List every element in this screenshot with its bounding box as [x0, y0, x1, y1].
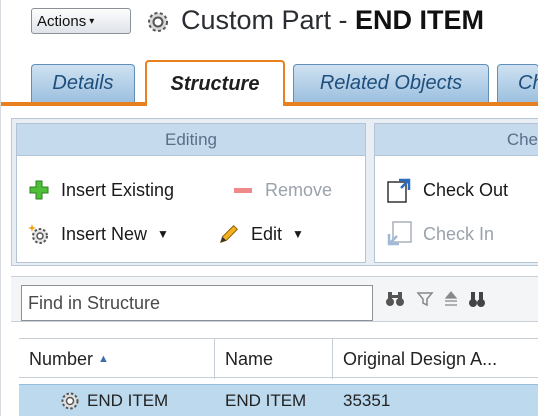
tab-details[interactable]: Details	[31, 64, 135, 102]
check-in-button[interactable]: Check In	[385, 216, 494, 252]
tab-changes-label: Ch	[518, 72, 538, 94]
tab-related-objects-label: Related Objects	[319, 72, 463, 94]
filter-icon[interactable]	[415, 289, 435, 309]
column-header-name[interactable]: Name	[215, 339, 333, 379]
page-header: Actions ▾ Custom Part - END ITEM	[1, 0, 538, 52]
tab-details-label: Details	[52, 72, 114, 94]
tab-structure-label: Structure	[170, 72, 260, 95]
tab-related-objects[interactable]: Related Objects	[293, 64, 489, 102]
check-in-icon	[385, 220, 415, 248]
cell-name: END ITEM	[225, 391, 307, 410]
checkout-group: Che Check Out Check In	[374, 123, 538, 263]
remove-label: Remove	[265, 179, 333, 200]
chevron-down-icon: ▾	[89, 15, 95, 27]
chevron-down-icon: ▼	[292, 227, 304, 241]
check-out-label: Check Out	[423, 179, 509, 200]
add-icon	[27, 178, 51, 202]
insert-new-label: Insert New	[61, 223, 148, 244]
column-number-label: Number	[29, 348, 94, 369]
actions-label: Actions	[37, 12, 87, 30]
table-row[interactable]: END ITEM END ITEM 35351	[19, 384, 538, 416]
find-next-icon[interactable]	[467, 289, 487, 309]
collapse-icon[interactable]	[441, 289, 461, 309]
check-in-label: Check In	[423, 223, 495, 244]
title-prefix: Custom Part -	[181, 5, 356, 35]
gear-icon	[148, 12, 168, 32]
cell-number: END ITEM	[59, 385, 168, 416]
check-out-icon	[385, 176, 415, 204]
cell-number-text: END ITEM	[87, 391, 169, 410]
insert-existing-button[interactable]: Insert Existing	[27, 172, 174, 208]
insert-new-button[interactable]: Insert New ▼	[27, 216, 169, 252]
page-title: Custom Part - END ITEM	[181, 5, 484, 36]
cell-original-design: 35351	[343, 391, 391, 410]
edit-label: Edit	[251, 223, 283, 244]
new-part-icon	[27, 222, 51, 246]
title-item-name: END ITEM	[355, 5, 485, 35]
editing-group: Editing Insert Existing Remove Insert Ne…	[16, 123, 366, 263]
binoculars-icon[interactable]	[385, 289, 405, 309]
chevron-down-icon: ▼	[157, 227, 169, 241]
gear-icon	[61, 392, 79, 410]
edit-button[interactable]: Edit ▼	[217, 216, 304, 252]
remove-button[interactable]: Remove	[231, 172, 332, 208]
tab-bar: Details Structure Related Objects Ch	[1, 60, 538, 106]
check-out-button[interactable]: Check Out	[385, 172, 508, 208]
remove-icon	[231, 178, 255, 202]
insert-existing-label: Insert Existing	[61, 179, 175, 200]
tab-changes[interactable]: Ch	[497, 64, 538, 102]
column-header-number[interactable]: Number ▲	[19, 339, 215, 379]
editing-group-title: Editing	[17, 124, 365, 156]
column-header-original-design[interactable]: Original Design A...	[333, 339, 538, 379]
pencil-icon	[217, 222, 241, 246]
find-in-structure-input[interactable]	[21, 285, 373, 321]
table-header: Number ▲ Name Original Design A...	[19, 338, 538, 379]
window: Actions ▾ Custom Part - END ITEM Details…	[0, 0, 538, 416]
tab-structure[interactable]: Structure	[145, 60, 285, 106]
checkout-group-title: Che	[375, 124, 538, 156]
sort-ascending-icon: ▲	[98, 353, 109, 365]
structure-table: Number ▲ Name Original Design A... END I…	[19, 338, 538, 416]
column-original-design-label: Original Design A...	[343, 348, 498, 369]
find-bar	[11, 276, 538, 322]
actions-button[interactable]: Actions ▾	[31, 8, 131, 34]
toolbar-ribbon: Editing Insert Existing Remove Insert Ne…	[11, 118, 538, 266]
column-name-label: Name	[225, 348, 274, 369]
